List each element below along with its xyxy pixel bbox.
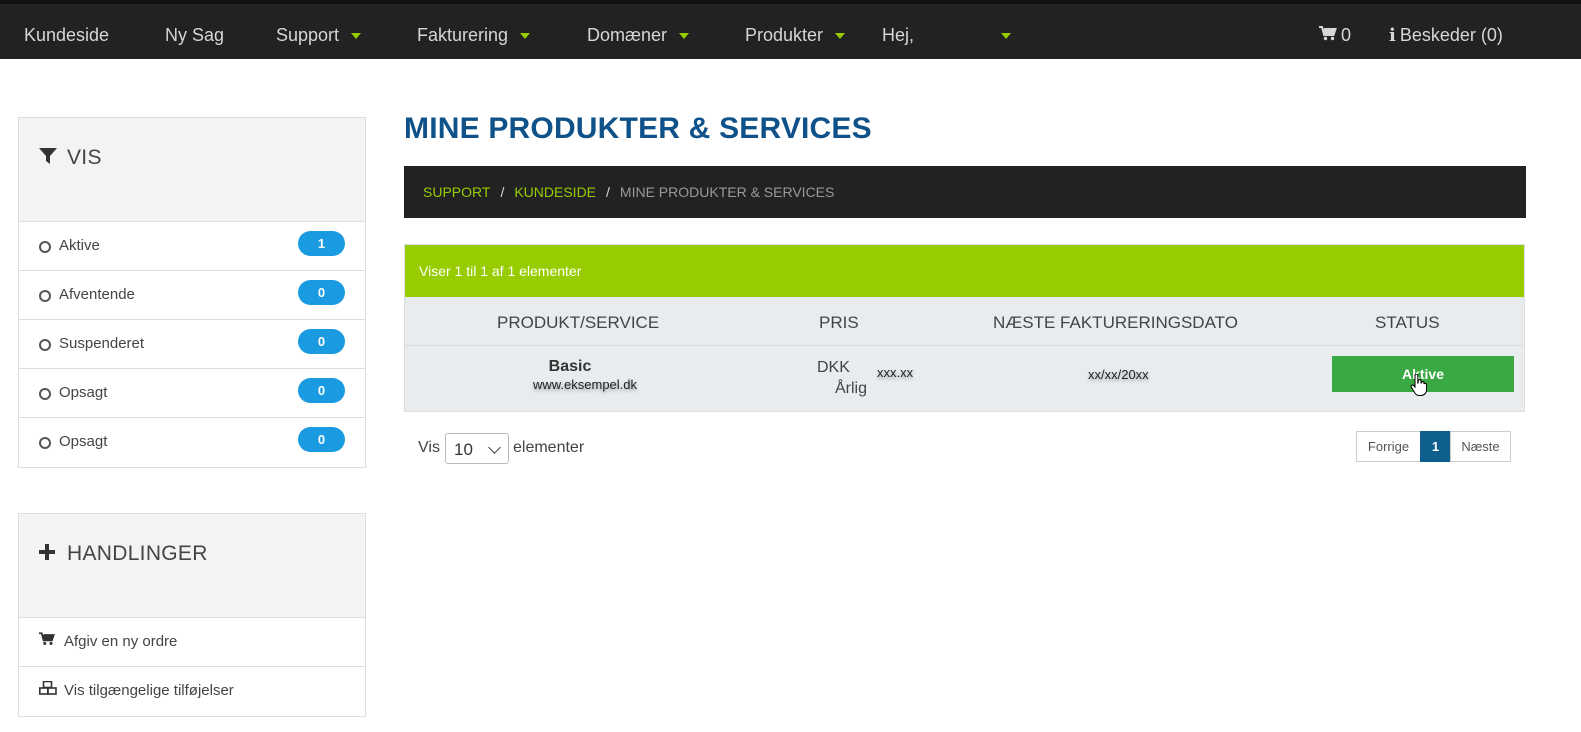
filter-panel-header: VIS: [19, 118, 365, 222]
radio-button[interactable]: [39, 388, 51, 400]
cart-count: 0: [1341, 25, 1352, 45]
nav-kundeside[interactable]: Kundeside: [24, 8, 109, 63]
count-badge: 0: [298, 329, 345, 354]
action-new-order[interactable]: Afgiv en ny ordre: [19, 618, 365, 667]
filter-item-opsagt[interactable]: Opsagt 0: [19, 369, 365, 418]
services-table: Viser 1 til 1 af 1 elementer PRODUKT/SER…: [404, 244, 1525, 412]
nav-support[interactable]: Support: [276, 8, 362, 63]
radio-button[interactable]: [39, 437, 51, 449]
column-header-status[interactable]: STATUS: [1375, 313, 1440, 333]
filter-icon: [39, 146, 61, 170]
table-header: PRODUKT/SERVICE PRIS NÆSTE FAKTURERINGSD…: [405, 297, 1524, 346]
radio-button[interactable]: [39, 241, 51, 253]
breadcrumb-separator: /: [606, 184, 610, 200]
breadcrumb: SUPPORT / KUNDESIDE / MINE PRODUKTER & SERVI…: [404, 166, 1526, 218]
table-info-bar: Viser 1 til 1 af 1 elementer: [405, 245, 1524, 297]
pagination-prev-button[interactable]: Forrige: [1356, 431, 1421, 462]
filter-label: Aktive: [59, 237, 100, 254]
plus-icon: [39, 542, 61, 566]
top-navbar: Kundeside Ny Sag Support Fakturering Dom…: [0, 0, 1581, 59]
page-length-prefix: Vis: [418, 439, 440, 456]
billing-cycle: Årlig: [835, 380, 868, 397]
chevron-down-icon: [488, 441, 501, 454]
actions-panel-title: HANDLINGER: [39, 542, 208, 566]
action-label: Vis tilgængelige tilføjelser: [64, 682, 234, 699]
price-currency: DKK: [817, 359, 850, 376]
radio-button[interactable]: [39, 339, 51, 351]
column-header-next-due[interactable]: NÆSTE FAKTURERINGSDATO: [993, 313, 1238, 333]
messages-label: Beskeder (0): [1399, 25, 1503, 45]
filter-label: Afventende: [59, 286, 135, 303]
action-label: Afgiv en ny ordre: [64, 633, 178, 650]
filter-label: Opsagt: [59, 384, 108, 401]
chevron-down-icon: [679, 33, 690, 40]
chevron-down-icon: [835, 33, 846, 40]
page-length-value: 10: [454, 440, 473, 459]
pagination-next-button[interactable]: Næste: [1450, 431, 1511, 462]
filter-panel-title: VIS: [39, 146, 102, 170]
page-title: MINE PRODUKTER & SERVICES: [404, 112, 872, 145]
nav-ny-sag[interactable]: Ny Sag: [165, 8, 224, 63]
column-header-price[interactable]: PRIS: [819, 313, 859, 333]
nav-cart[interactable]: 0: [1319, 8, 1351, 63]
filter-label: Suspenderet: [59, 335, 145, 352]
breadcrumb-link-kundeside[interactable]: KUNDESIDE: [514, 184, 596, 200]
nav-account[interactable]: Hej,: [882, 8, 1012, 63]
info-icon: i: [1389, 25, 1396, 46]
action-view-addons[interactable]: Vis tilgængelige tilføjelser: [19, 667, 365, 716]
nav-messages[interactable]: i Beskeder (0): [1389, 8, 1503, 63]
filter-label: Opsagt: [59, 433, 108, 450]
filter-panel: VIS Aktive 1 Afventende 0 Suspenderet 0 …: [18, 117, 366, 468]
page-length-suffix: elementer: [513, 439, 585, 456]
count-badge: 1: [298, 231, 345, 256]
count-badge: 0: [298, 280, 345, 305]
count-badge: 0: [298, 378, 345, 403]
pagination-page-1[interactable]: 1: [1420, 431, 1451, 462]
chevron-down-icon: [520, 33, 531, 40]
next-due-date: xx/xx/20xx: [1088, 367, 1149, 382]
actions-panel-header: HANDLINGER: [19, 514, 365, 618]
filter-item-afventende[interactable]: Afventende 0: [19, 271, 365, 320]
filter-item-aktive[interactable]: Aktive 1: [19, 222, 365, 271]
breadcrumb-current: MINE PRODUKTER & SERVICES: [619, 184, 835, 200]
chevron-down-icon: [1001, 33, 1012, 40]
column-header-product[interactable]: PRODUKT/SERVICE: [497, 313, 659, 333]
filter-item-opsagt-2[interactable]: Opsagt 0: [19, 418, 365, 467]
nav-produkter[interactable]: Produkter: [745, 8, 846, 63]
table-row[interactable]: Basic www.eksempel.dk DKK xxx.xx Årlig x…: [405, 346, 1524, 411]
cart-icon: [1319, 8, 1337, 63]
cart-icon: [39, 632, 59, 650]
chevron-down-icon: [351, 33, 362, 40]
cubes-icon: [39, 680, 59, 699]
breadcrumb-separator: /: [500, 184, 505, 200]
filter-item-suspenderet[interactable]: Suspenderet 0: [19, 320, 365, 369]
hand-cursor-icon: [1410, 373, 1428, 396]
actions-panel: HANDLINGER Afgiv en ny ordre Vis tilgæng…: [18, 513, 366, 717]
nav-domaener[interactable]: Domæner: [587, 8, 690, 63]
page-length-select[interactable]: 10: [445, 433, 509, 464]
radio-button[interactable]: [39, 290, 51, 302]
nav-fakturering[interactable]: Fakturering: [417, 8, 531, 63]
table-info-text: Viser 1 til 1 af 1 elementer: [419, 263, 582, 279]
price-amount: xxx.xx: [877, 365, 914, 380]
count-badge: 0: [298, 427, 345, 452]
breadcrumb-link-support[interactable]: SUPPORT: [423, 184, 490, 200]
